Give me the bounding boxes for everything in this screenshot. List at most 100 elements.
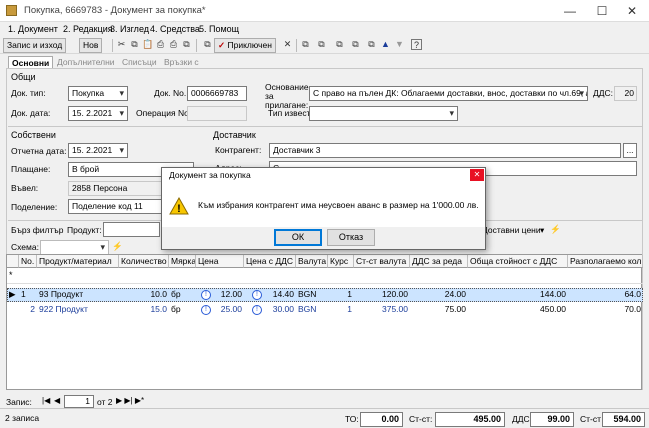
current-record-input[interactable]: 1 (64, 395, 94, 408)
row1-rate: 1 (347, 289, 352, 299)
view-icon[interactable]: ⧉ (334, 39, 345, 50)
cost-vat-total: 594.00 (602, 412, 645, 427)
notice-type-select[interactable] (309, 106, 458, 121)
ok-button[interactable]: ОК (274, 229, 322, 246)
col-header-unit[interactable]: Мярка (169, 255, 196, 268)
col-header-value[interactable]: Ст-ст валута (354, 255, 410, 268)
col-header-no[interactable]: No. (19, 255, 37, 268)
prev-record-icon[interactable]: ◀ (54, 396, 60, 405)
tab-additional[interactable]: Допълнителни (54, 56, 118, 68)
refresh-icon[interactable]: ⧉ (316, 39, 327, 50)
document-icon[interactable]: ⧉ (202, 39, 213, 50)
doc-date-picker[interactable]: 15. 2.2021 (68, 106, 128, 121)
cancel-button[interactable]: Отказ (327, 229, 375, 246)
dialog-close-button[interactable]: ✕ (470, 169, 484, 181)
row1-price[interactable]: 12.00 (212, 288, 244, 302)
new-button[interactable]: Нов (79, 38, 103, 53)
row1-available: 64.0 (624, 289, 641, 299)
print-preview-icon[interactable]: ⎙ (168, 39, 179, 50)
menu-bar: 1. Документ 2. Редакция 3. Изглед 4. Сре… (0, 22, 649, 36)
dialog-body: ! Към избрания контрагент има неусвоен а… (162, 182, 485, 227)
cut-icon[interactable]: ✂ (116, 39, 127, 50)
doc-no-label: Док. No. (154, 88, 187, 98)
price-vat-info-icon[interactable]: ! (252, 290, 262, 300)
doc-type-select[interactable]: Покупка (68, 86, 128, 101)
row1-value: 120.00 (382, 289, 408, 299)
contragent-input[interactable]: Доставчик 3 (269, 143, 621, 158)
cancel-doc-icon[interactable]: ✕ (282, 39, 293, 50)
apply-button[interactable]: ✓ Приключен (214, 38, 276, 53)
col-header-vat[interactable]: ДДС за реда (410, 255, 468, 268)
col-header-price[interactable]: Цена (196, 255, 244, 268)
col-header-qty[interactable]: Количество (119, 255, 169, 268)
payment-label: Плащане: (11, 164, 51, 174)
print-icon[interactable]: ⎙ (155, 39, 166, 50)
menu-view[interactable]: 3. Изглед (110, 24, 149, 34)
attach-icon[interactable]: ⧉ (366, 39, 377, 50)
op-no-input (187, 106, 247, 121)
tab-main[interactable]: Основни (8, 56, 54, 68)
doc-no-input[interactable]: 0006669783 (187, 86, 247, 101)
price-vat-info-icon[interactable]: ! (252, 305, 262, 315)
record-label: Запис: (6, 397, 32, 407)
dialog-title: Документ за покупка (162, 168, 485, 182)
row1-currency[interactable]: BGN (296, 288, 328, 302)
scheme-tool-icon[interactable]: ⚡ (112, 241, 123, 252)
price-info-icon[interactable]: ! (201, 305, 211, 315)
close-window-button[interactable]: ✕ (618, 3, 646, 19)
basis-select[interactable]: С право на пълен ДК: Облагаеми доставки,… (309, 86, 588, 101)
grid-icon[interactable]: ⧉ (350, 39, 361, 50)
row1-product[interactable]: 93 Продукт (37, 288, 119, 302)
op-no-label: Операция No. (136, 108, 192, 118)
row2-unit: бр (171, 304, 181, 314)
first-record-icon[interactable]: |◀ (42, 396, 50, 405)
menu-help[interactable]: 5. Помощ (199, 24, 239, 34)
product-filter-label: Продукт: (67, 225, 102, 235)
menu-edit[interactable]: 2. Редакция (63, 24, 113, 34)
col-header-total[interactable]: Обща стойност с ДДС (468, 255, 568, 268)
paste-icon[interactable]: 📋 (142, 39, 153, 50)
supplied-prices-dropdown[interactable]: Доставни цени (482, 225, 541, 235)
col-header-price-vat[interactable]: Цена с ДДС (244, 255, 296, 268)
col-header-rate[interactable]: Курс (328, 255, 354, 268)
row2-currency[interactable]: BGN (296, 303, 328, 317)
col-header-currency[interactable]: Валута (296, 255, 328, 268)
price-info-icon[interactable]: ! (201, 290, 211, 300)
row2-qty[interactable]: 15.0 (119, 303, 169, 317)
maximize-button[interactable]: ☐ (588, 3, 616, 19)
col-header-product[interactable]: Продукт/материал (37, 255, 119, 268)
product-filter-input[interactable] (103, 222, 160, 237)
next-last-record-icons[interactable]: ▶ ▶| ▶* (116, 396, 144, 405)
row1-price-vat[interactable]: 14.40 (263, 288, 296, 302)
to-label: ТО: (345, 414, 359, 424)
row2-value: 375.00 (382, 304, 408, 314)
report-date-label: Отчетна дата: (11, 146, 67, 156)
minimize-button[interactable]: — (556, 3, 584, 19)
quick-filter-label[interactable]: Бърз филтър (11, 225, 63, 235)
help-icon[interactable]: ? (411, 39, 422, 50)
move-down-icon[interactable]: ▼ (394, 39, 405, 50)
tab-document-links[interactable]: Връзки с документи (161, 56, 209, 79)
report-date-picker[interactable]: 15. 2.2021 (68, 143, 128, 158)
row2-product[interactable]: 922 Продукт (37, 303, 119, 317)
col-header-available[interactable]: Разполагаемо кол. (568, 255, 643, 268)
cost-total: 495.00 (435, 412, 505, 427)
copy-icon[interactable]: ⧉ (129, 39, 140, 50)
grid-corner (7, 255, 19, 268)
row2-no: 2 (30, 304, 35, 314)
scheme-select[interactable] (40, 240, 109, 255)
row1-qty[interactable]: 10.0 (119, 288, 169, 302)
row2-price-vat[interactable]: 30.00 (263, 303, 296, 317)
menu-document[interactable]: 1. Документ (8, 24, 58, 34)
to-total: 0.00 (360, 412, 403, 427)
tab-lists[interactable]: Списъци (119, 56, 160, 68)
contragent-browse-button[interactable]: ... (623, 143, 637, 158)
check-icon: ✓ (218, 40, 226, 50)
list-icon[interactable]: ⧉ (300, 39, 311, 50)
row2-price[interactable]: 25.00 (212, 303, 244, 317)
move-up-icon[interactable]: ▲ (380, 39, 391, 50)
export-icon[interactable]: ⧉ (181, 39, 192, 50)
save-exit-button[interactable]: Запис и изход (3, 38, 67, 53)
filter-tool-icon[interactable]: ⚡ (550, 224, 561, 235)
menu-tools[interactable]: 4. Средства (150, 24, 200, 34)
